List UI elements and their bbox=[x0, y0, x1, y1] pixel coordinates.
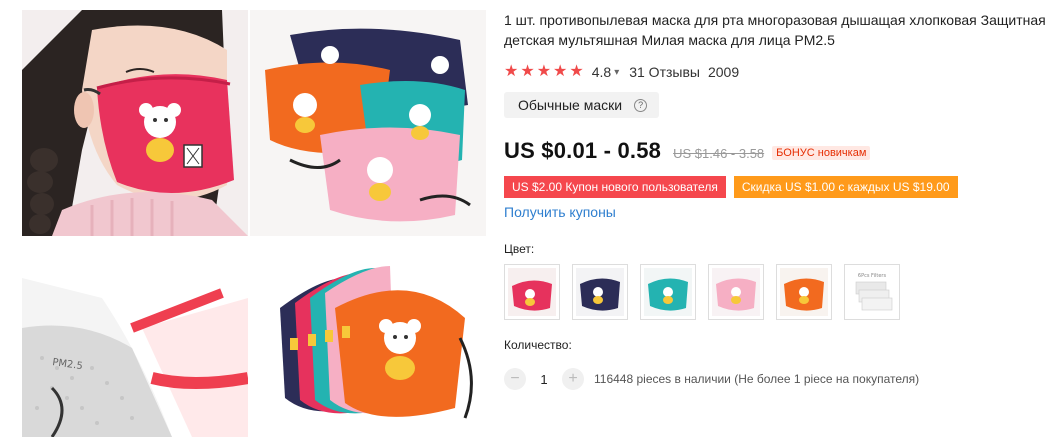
quantity-value[interactable]: 1 bbox=[526, 372, 562, 387]
bonus-badge: БОНУС новичкам bbox=[772, 146, 871, 160]
category-tag[interactable]: Обычные маски ? bbox=[504, 92, 660, 118]
category-tag-label: Обычные маски bbox=[518, 97, 623, 113]
coupons-row: US $2.00 Купон нового пользователя Скидк… bbox=[504, 176, 1054, 198]
swatch-orange[interactable] bbox=[776, 264, 832, 320]
old-price: US $1.46 - 3.58 bbox=[673, 146, 765, 161]
product-image-child-mask[interactable] bbox=[22, 10, 248, 236]
swatch-teal[interactable] bbox=[640, 264, 696, 320]
orders-count: 2009 bbox=[707, 64, 740, 80]
star-icon: ★ bbox=[504, 63, 519, 80]
help-icon[interactable]: ? bbox=[634, 98, 648, 112]
swatch-filter-caption: 6Pcs Filters bbox=[858, 273, 887, 279]
new-user-coupon[interactable]: US $2.00 Купон нового пользователя bbox=[504, 176, 726, 198]
star-icon: ★ bbox=[520, 63, 535, 80]
quantity-label: Количество: bbox=[504, 338, 572, 352]
star-icon: ★ bbox=[553, 63, 568, 80]
quantity-stepper: − 1 + 116448 pieces в наличии (Не более … bbox=[504, 368, 1054, 390]
swatch-navy[interactable] bbox=[572, 264, 628, 320]
swatch-red[interactable] bbox=[504, 264, 560, 320]
discount-coupon[interactable]: Скидка US $1.00 с каждых US $19.00 bbox=[733, 176, 958, 198]
color-label: Цвет: bbox=[504, 242, 535, 256]
minus-icon[interactable]: − bbox=[504, 368, 526, 390]
product-image-mask-row[interactable] bbox=[250, 238, 486, 437]
get-coupons-link[interactable]: Получить купоны bbox=[504, 204, 1054, 220]
color-swatches: 6Pcs Filters bbox=[504, 264, 1054, 320]
reviews-link[interactable]: 31 Отзывы bbox=[629, 64, 700, 80]
star-icon: ★ bbox=[536, 63, 552, 80]
product-image-mask-pile[interactable] bbox=[250, 10, 486, 236]
chevron-down-icon[interactable]: ▾ bbox=[614, 67, 619, 78]
rating-stars: ★ ★ ★ ★ ★ bbox=[504, 64, 584, 80]
stock-info: 116448 pieces в наличии (Не более 1 piec… bbox=[594, 372, 920, 386]
rating-row: ★ ★ ★ ★ ★ 4.8 ▾ 31 Отзывы 2009 bbox=[504, 64, 1054, 81]
plus-icon[interactable]: + bbox=[562, 368, 584, 390]
swatch-filters[interactable]: 6Pcs Filters bbox=[844, 264, 900, 320]
rating-value[interactable]: 4.8 bbox=[592, 64, 611, 80]
product-image-filter-closeup[interactable]: PM2.5 bbox=[22, 238, 248, 437]
price-row: US $0.01 - 0.58 US $1.46 - 3.58 БОНУС но… bbox=[504, 138, 1054, 164]
product-info: 1 шт. противопылевая маска для рта много… bbox=[504, 10, 1054, 390]
product-gallery: PM2.5 bbox=[22, 10, 486, 437]
star-icon: ★ bbox=[569, 63, 584, 80]
product-title: 1 шт. противопылевая маска для рта много… bbox=[504, 12, 1046, 48]
price: US $0.01 - 0.58 bbox=[504, 138, 662, 163]
swatch-pink[interactable] bbox=[708, 264, 764, 320]
